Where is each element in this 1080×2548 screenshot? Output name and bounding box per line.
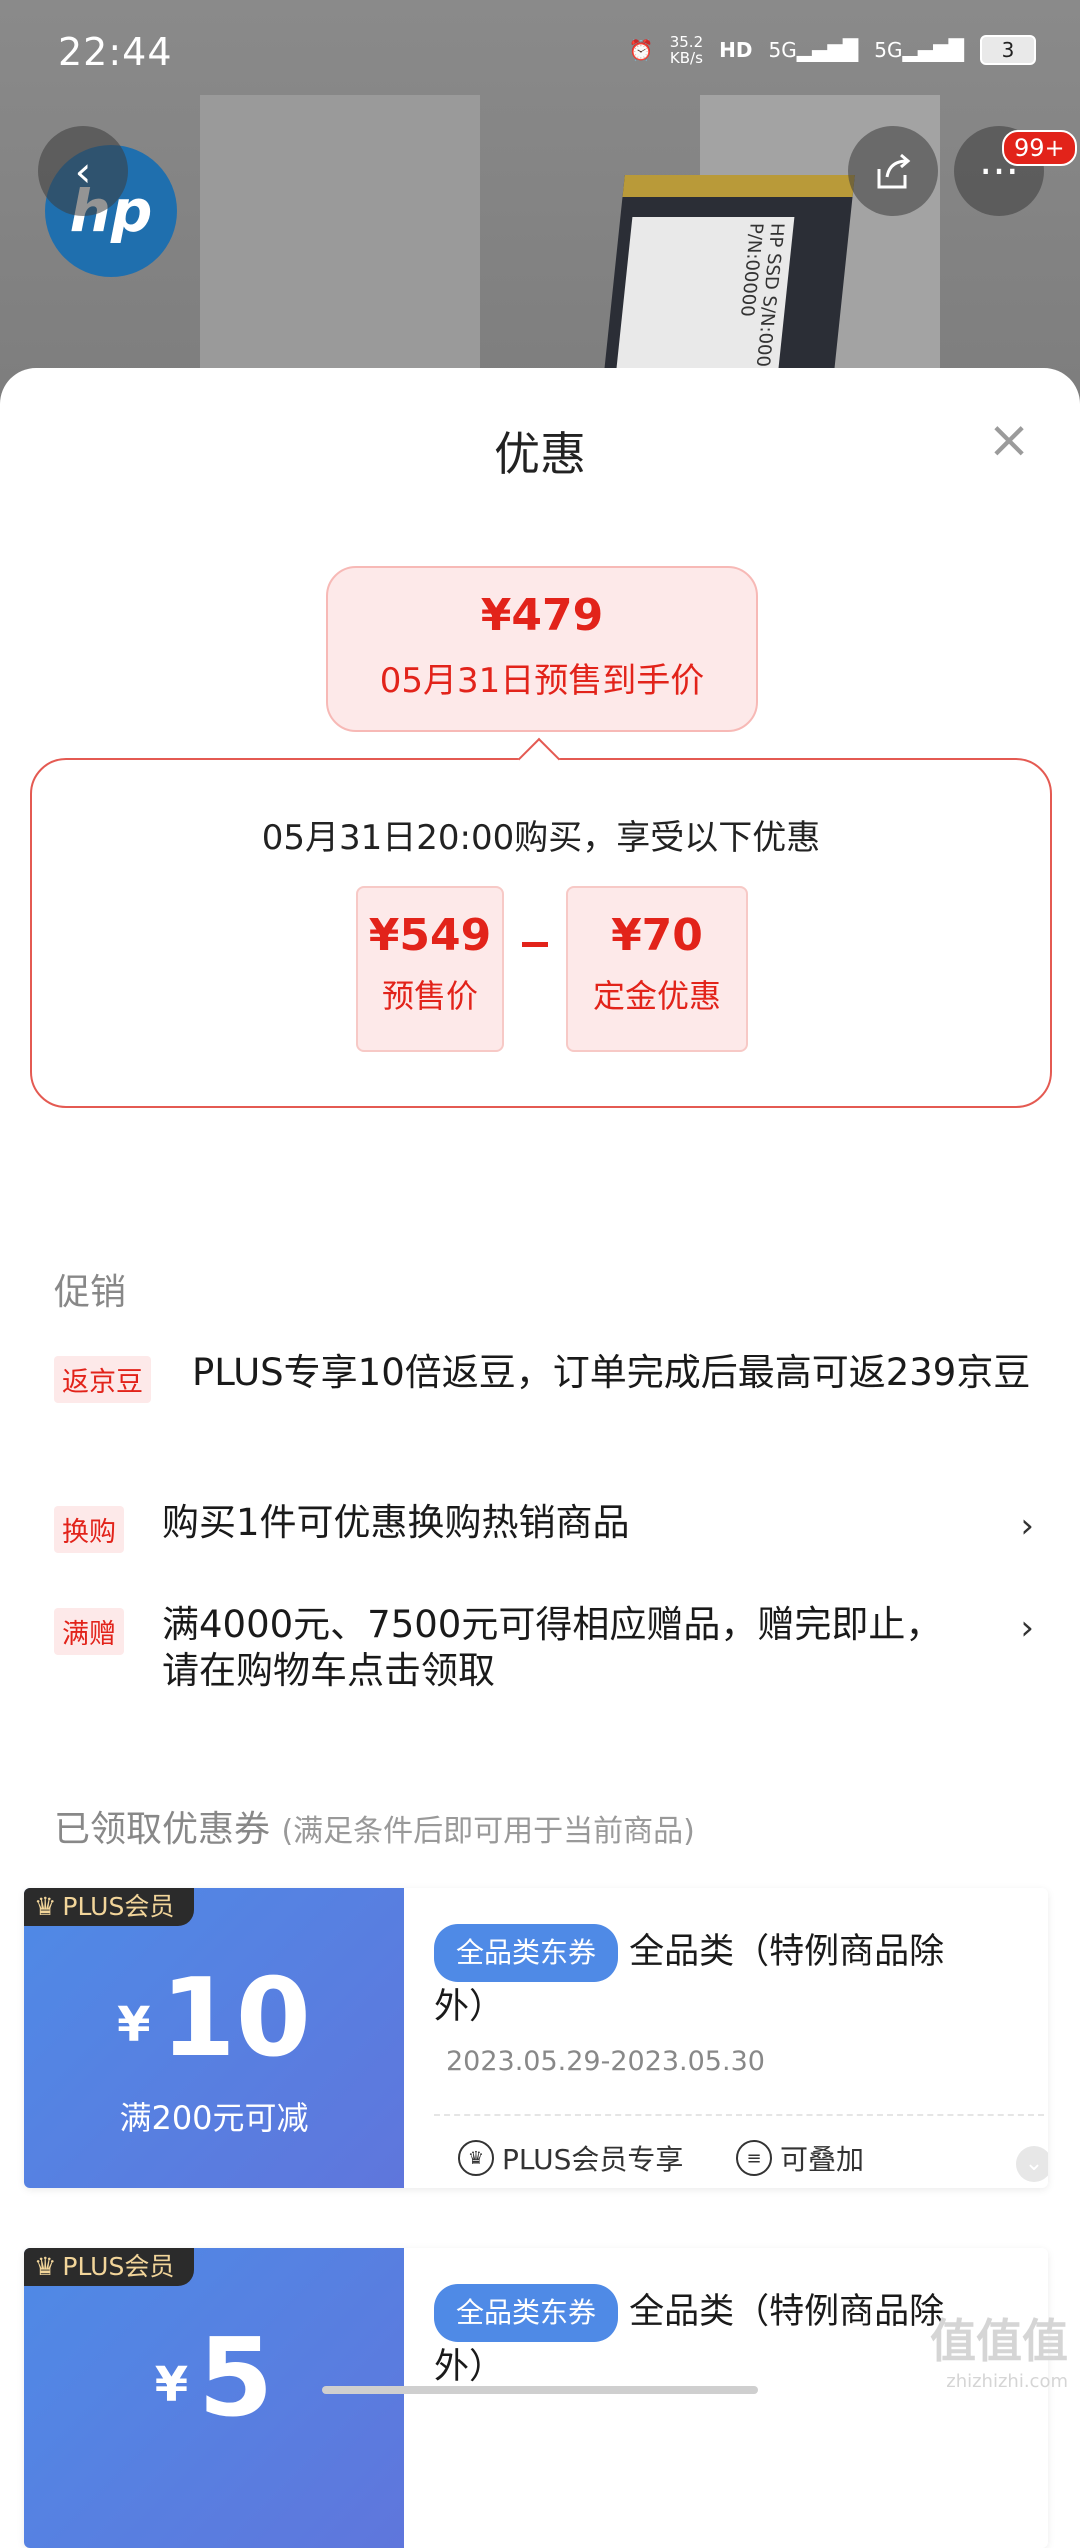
coupon-divider <box>434 2114 1044 2116</box>
signal-icon-1: 5G▂▄▆█ <box>768 38 859 62</box>
promo-tag: 换购 <box>54 1506 124 1553</box>
final-price: ¥479 <box>480 590 604 641</box>
hd-icon: HD <box>719 38 753 62</box>
deposit-discount-chip: ¥70 定金优惠 <box>566 886 748 1052</box>
coupon-condition: 满200元可减 <box>119 2099 309 2137</box>
status-time: 22:44 <box>58 30 173 74</box>
promo-text: PLUS专享10倍返豆，订单完成后最高可返239京豆 <box>192 1351 1031 1394</box>
back-arrow-icon: ‹ <box>74 146 92 196</box>
coupon-name: 全品类东券 全品类（特例商品除外） <box>434 1924 994 2032</box>
site-watermark: 值值值 zhizhizhi.com <box>930 2314 1068 2392</box>
promo-text: 购买1件可优惠换购热销商品 <box>162 1501 630 1544</box>
chevron-right-icon: › <box>1020 1506 1034 1546</box>
home-indicator[interactable] <box>322 2386 758 2394</box>
promo-tag: 满赠 <box>54 1608 124 1655</box>
promotions-title: 促销 <box>54 1272 127 1313</box>
deposit-discount-value: ¥70 <box>611 910 703 961</box>
discount-sheet: 优惠 × ¥479 05月31日预售到手价 05月31日20:00购买，享受以下… <box>0 368 1080 2548</box>
coupon-name: 全品类东券 全品类（特例商品除外） <box>434 2284 994 2392</box>
chevron-right-icon: › <box>1020 1608 1034 1648</box>
coupon-feature-plus: ♛ PLUS会员专享 <box>458 2138 683 2178</box>
crown-icon: ♛ <box>34 2252 57 2281</box>
close-icon[interactable]: × <box>985 414 1033 466</box>
coupon-amount: ¥5 <box>154 2316 274 2441</box>
coupons-title: 已领取优惠券 (满足条件后即可用于当前商品) <box>54 1800 695 1852</box>
stack-icon: ≡ <box>736 2140 772 2176</box>
coupon-info: 全品类东券 全品类（特例商品除外） 2023.05.29-2023.05.30 … <box>434 1888 1048 2188</box>
presale-price-chip: ¥549 预售价 <box>356 886 504 1052</box>
coupon-amount-panel: ♛ PLUS会员 ¥5 <box>24 2248 404 2548</box>
status-icons: ⏰ 35.2 KB/s HD 5G▂▄▆█ 5G▂▄▆█ 3 <box>629 34 1036 66</box>
presale-price-value: ¥549 <box>368 910 492 961</box>
minus-sign <box>522 942 548 947</box>
status-bar: 22:44 ⏰ 35.2 KB/s HD 5G▂▄▆█ 5G▂▄▆█ 3 <box>0 0 1080 110</box>
plus-member-badge: ♛ PLUS会员 <box>24 1888 195 1926</box>
share-icon <box>877 153 911 189</box>
promo-tag: 返京豆 <box>54 1356 151 1403</box>
plus-member-badge: ♛ PLUS会员 <box>24 2248 195 2286</box>
coupon-type-pill: 全品类东券 <box>434 2284 619 2342</box>
promo-row-exchange[interactable]: 换购 购买1件可优惠换购热销商品 › <box>54 1501 1034 1566</box>
coupon-card[interactable]: ♛ PLUS会员 ¥5 全品类东券 全品类（特例商品除外） <box>24 2248 1048 2548</box>
expand-chevron-icon[interactable]: ⌄ <box>1016 2146 1048 2182</box>
alarm-icon: ⏰ <box>628 38 654 62</box>
coupons-title-text: 已领取优惠券 <box>54 1809 271 1850</box>
coupon-card[interactable]: ♛ PLUS会员 ¥10 满200元可减 全品类东券 全品类（特例商品除外） 20… <box>24 1888 1048 2188</box>
coupon-type-pill: 全品类东券 <box>434 1924 619 1982</box>
back-button[interactable]: ‹ <box>38 126 128 216</box>
breakdown-headline: 05月31日20:00购买，享受以下优惠 <box>261 818 821 858</box>
coupon-amount-panel: ♛ PLUS会员 ¥10 满200元可减 <box>24 1888 404 2188</box>
price-breakdown-box: 05月31日20:00购买，享受以下优惠 ¥549 预售价 ¥70 定金优惠 <box>30 758 1052 1108</box>
share-button[interactable] <box>848 126 938 216</box>
promo-row-jingdou: 返京豆 PLUS专享10倍返豆，订单完成后最高可返239京豆 <box>54 1351 1034 1456</box>
coupon-info: 全品类东券 全品类（特例商品除外） <box>434 2248 1034 2548</box>
coupon-feature-stack: ≡ 可叠加 <box>736 2138 864 2178</box>
deposit-discount-label: 定金优惠 <box>592 977 721 1015</box>
final-price-bubble: ¥479 05月31日预售到手价 <box>326 566 758 732</box>
message-count-badge: 99+ <box>1002 130 1077 166</box>
promo-text: 满4000元、7500元可得相应赠品，赠完即止，请在购物车点击领取 <box>162 1603 943 1692</box>
promo-row-gift[interactable]: 满赠 满4000元、7500元可得相应赠品，赠完即止，请在购物车点击领取 › <box>54 1603 1034 1708</box>
crown-icon: ♛ <box>458 2140 494 2176</box>
crown-icon: ♛ <box>34 1892 57 1921</box>
presale-price-label: 预售价 <box>381 977 478 1015</box>
coupon-date: 2023.05.29-2023.05.30 <box>446 2046 765 2077</box>
final-price-label: 05月31日预售到手价 <box>379 661 705 701</box>
network-speed: 35.2 KB/s <box>669 33 704 67</box>
sheet-title: 优惠 <box>494 427 586 481</box>
signal-icon-2: 5G▂▄▆█ <box>874 38 964 62</box>
coupon-amount: ¥10 <box>117 1956 311 2081</box>
coupons-subtitle: (满足条件后即可用于当前商品) <box>281 1814 695 1849</box>
battery-icon: 3 <box>980 35 1036 65</box>
